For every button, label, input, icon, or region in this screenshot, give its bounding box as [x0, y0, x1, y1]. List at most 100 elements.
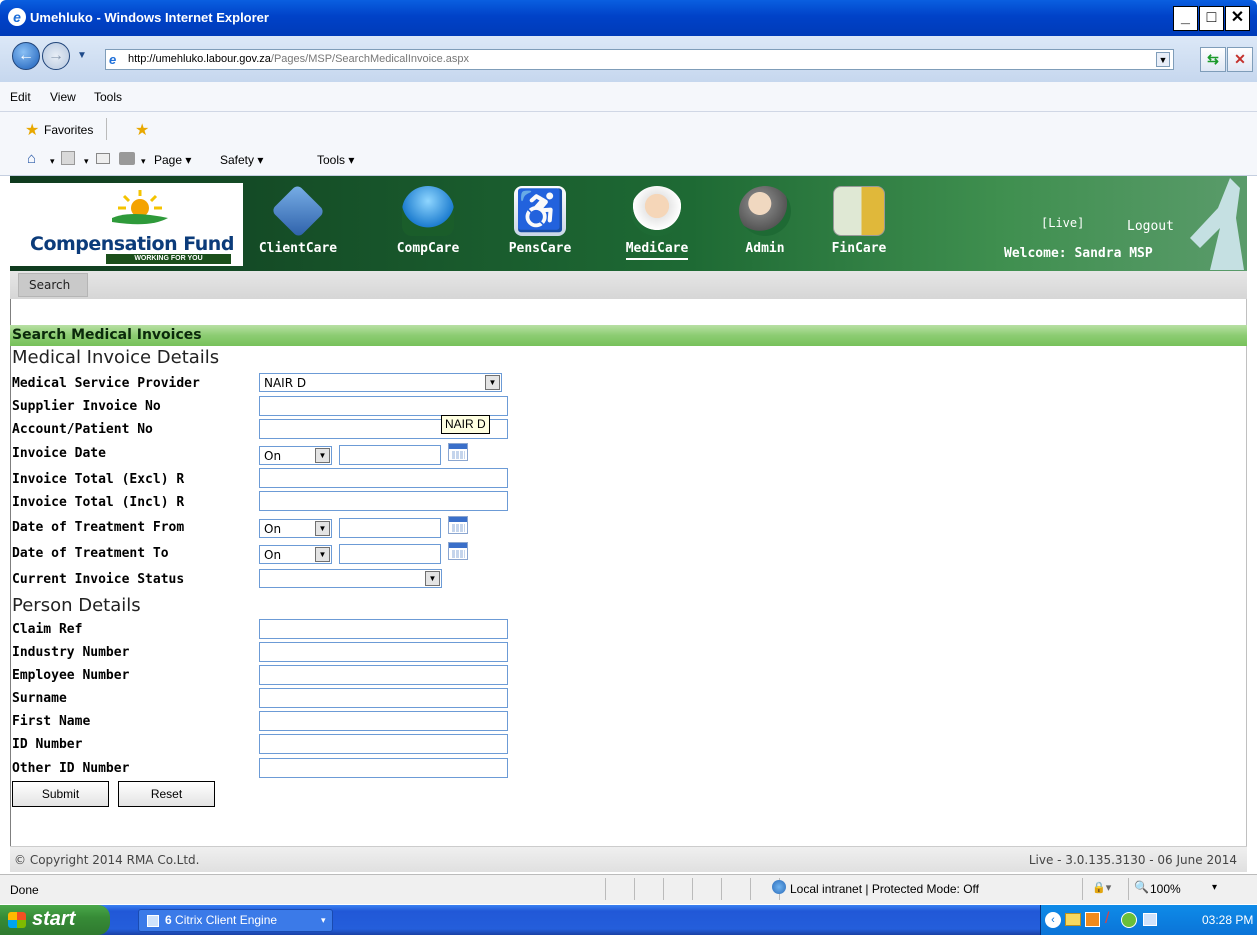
- module-label: CompCare: [396, 241, 460, 256]
- window-title-bar[interactable]: e Umehluko - Windows Internet Explorer _…: [0, 0, 1257, 36]
- security-zone-text[interactable]: Local intranet | Protected Mode: Off: [790, 882, 979, 896]
- total-excl-input[interactable]: [259, 468, 508, 488]
- treat-from-input[interactable]: [339, 518, 441, 538]
- task-label: Citrix Client Engine: [175, 913, 278, 927]
- finance-coins-icon: [833, 186, 885, 236]
- address-dropdown-icon[interactable]: ▼: [1156, 52, 1170, 67]
- total-incl-input[interactable]: [259, 491, 508, 511]
- label-supplier-invoice: Supplier Invoice No: [12, 399, 161, 414]
- invoice-status-select[interactable]: ▼: [259, 569, 442, 588]
- group-heading-person: Person Details: [12, 595, 141, 616]
- menu-tools[interactable]: Tools: [94, 90, 122, 104]
- chevron-up-icon: ▾: [321, 915, 326, 925]
- favorites-bar: ★ Favorites ★: [0, 112, 1257, 148]
- logo-tagline: WORKING FOR YOU: [106, 254, 231, 264]
- module-compcare[interactable]: CompCare: [378, 180, 478, 256]
- mail-tray-icon[interactable]: [1065, 913, 1081, 926]
- calendar-icon[interactable]: [448, 516, 468, 534]
- zoom-level[interactable]: 100%: [1150, 882, 1181, 896]
- calendar-icon[interactable]: [448, 542, 468, 560]
- label-total-incl: Invoice Total (Incl) R: [12, 495, 185, 510]
- office-tray-icon[interactable]: [1085, 912, 1100, 927]
- zoom-dropdown-icon[interactable]: ▾: [1212, 882, 1217, 893]
- module-clientcare[interactable]: ClientCare: [248, 180, 348, 256]
- start-button[interactable]: start: [0, 905, 110, 935]
- close-window-icon[interactable]: ✕: [1225, 6, 1250, 31]
- module-admin[interactable]: Admin: [715, 180, 815, 256]
- employee-number-input[interactable]: [259, 665, 508, 685]
- menu-edit[interactable]: Edit: [10, 90, 31, 104]
- divider: [605, 878, 606, 900]
- print-icon[interactable]: [119, 152, 135, 165]
- feeds-dropdown-icon[interactable]: ▾: [84, 156, 89, 167]
- invoice-date-operator-select[interactable]: On ▼: [259, 446, 332, 465]
- protected-mode-icon[interactable]: 🔒▾: [1092, 881, 1111, 894]
- module-penscare[interactable]: ♿ PensCare: [490, 180, 590, 256]
- nurse-icon: [631, 186, 683, 236]
- msp-select[interactable]: NAIR D ▼: [259, 373, 502, 392]
- supplier-invoice-input[interactable]: [259, 396, 508, 416]
- first-name-input[interactable]: [259, 711, 508, 731]
- pen-tray-icon[interactable]: /: [1105, 910, 1109, 928]
- section-title: Search Medical Invoices: [12, 327, 202, 343]
- ie-logo-icon: e: [8, 8, 26, 26]
- refresh-icon[interactable]: ⇆: [1200, 47, 1226, 72]
- treat-from-operator-select[interactable]: On ▼: [259, 519, 332, 538]
- tools-menu[interactable]: Tools ▾: [317, 153, 354, 167]
- taskbar-item-citrix[interactable]: 6 Citrix Client Engine ▾: [138, 909, 333, 932]
- claim-ref-input[interactable]: [259, 619, 508, 639]
- calendar-icon[interactable]: [448, 443, 468, 461]
- print-dropdown-icon[interactable]: ▾: [141, 156, 146, 167]
- date-operator-value: On: [264, 449, 282, 463]
- submenu-search-tab[interactable]: Search: [18, 273, 88, 297]
- reset-button[interactable]: Reset: [118, 781, 215, 807]
- environment-tag: [Live]: [1041, 216, 1085, 230]
- chevron-down-icon[interactable]: ▼: [315, 448, 330, 463]
- zoom-icon[interactable]: 🔍: [1134, 880, 1149, 894]
- logout-link[interactable]: Logout: [1127, 219, 1174, 234]
- other-id-input[interactable]: [259, 758, 508, 778]
- label-invoice-date: Invoice Date: [12, 446, 106, 461]
- label-employee-number: Employee Number: [12, 668, 130, 683]
- divider: [692, 878, 693, 900]
- divider: [1128, 878, 1129, 900]
- favorites-button[interactable]: Favorites: [44, 123, 93, 137]
- address-bar[interactable]: e http://umehluko.labour.gov.za/Pages/MS…: [105, 49, 1174, 70]
- chevron-down-icon[interactable]: ▼: [425, 571, 440, 586]
- module-label: FinCare: [831, 241, 887, 256]
- stop-icon[interactable]: ✕: [1227, 47, 1253, 72]
- forward-icon[interactable]: →: [42, 42, 70, 70]
- history-dropdown-icon[interactable]: ▼: [77, 50, 87, 61]
- label-id-number: ID Number: [12, 737, 83, 752]
- feeds-icon[interactable]: [61, 151, 75, 165]
- module-medicare[interactable]: MediCare: [607, 180, 707, 260]
- home-dropdown-icon[interactable]: ▾: [50, 156, 55, 167]
- maximize-icon[interactable]: □: [1199, 6, 1224, 31]
- url-host: http://umehluko.labour.gov.za: [128, 53, 271, 65]
- logo-title: Compensation Fund: [30, 233, 234, 255]
- industry-number-input[interactable]: [259, 642, 508, 662]
- home-icon[interactable]: ⌂: [27, 150, 36, 167]
- back-icon[interactable]: ←: [12, 42, 40, 70]
- chevron-down-icon[interactable]: ▼: [315, 521, 330, 536]
- safety-menu[interactable]: Safety ▾: [220, 153, 263, 167]
- chevron-down-icon[interactable]: ▼: [485, 375, 500, 390]
- invoice-date-input[interactable]: [339, 445, 441, 465]
- treat-to-input[interactable]: [339, 544, 441, 564]
- treat-to-operator-select[interactable]: On ▼: [259, 545, 332, 564]
- submit-button[interactable]: Submit: [12, 781, 109, 807]
- command-bar: ⌂ ▾ ▾ ▾ Page ▾ Safety ▾ Tools ▾: [0, 148, 1257, 176]
- menu-view[interactable]: View: [50, 90, 76, 104]
- page-menu[interactable]: Page ▾: [154, 153, 191, 167]
- add-favorites-icon[interactable]: ★: [135, 120, 149, 140]
- compensation-fund-logo[interactable]: Compensation Fund WORKING FOR YOU: [10, 183, 243, 266]
- mail-icon[interactable]: [96, 153, 110, 164]
- chevron-down-icon[interactable]: ▼: [315, 547, 330, 562]
- tray-expand-icon[interactable]: ‹: [1045, 912, 1061, 928]
- window-tray-icon[interactable]: [1143, 913, 1157, 926]
- module-fincare[interactable]: FinCare: [809, 180, 909, 256]
- minimize-icon[interactable]: _: [1173, 6, 1198, 31]
- network-tray-icon[interactable]: [1121, 912, 1137, 928]
- id-number-input[interactable]: [259, 734, 508, 754]
- surname-input[interactable]: [259, 688, 508, 708]
